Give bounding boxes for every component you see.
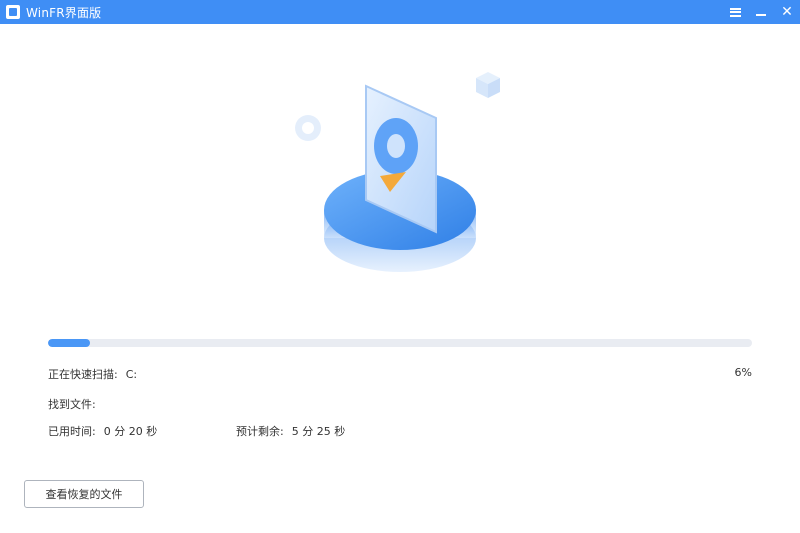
- scan-progress-fill: [48, 339, 91, 347]
- view-recovered-files-button[interactable]: 查看恢复的文件: [24, 480, 144, 508]
- found-files-label: 找到文件:: [48, 398, 96, 411]
- scan-drive: C:: [125, 368, 138, 381]
- minimize-icon: [756, 14, 766, 16]
- scan-status-label: 正在快速扫描:: [48, 368, 118, 381]
- elapsed-time-label: 已用时间:: [48, 425, 96, 438]
- minimize-button[interactable]: [748, 0, 774, 24]
- remaining-time-value: 5 分 25 秒: [291, 425, 346, 438]
- title-bar: WinFR界面版 ✕: [0, 0, 800, 24]
- found-files-row: 找到文件:: [48, 396, 96, 412]
- menu-button[interactable]: [722, 0, 748, 24]
- app-icon: [6, 5, 20, 19]
- scan-percent: 6%: [734, 366, 752, 379]
- elapsed-time-value: 0 分 20 秒: [103, 425, 158, 438]
- hamburger-menu-icon: [729, 7, 741, 17]
- scan-progress-bar: [48, 339, 752, 347]
- close-button[interactable]: ✕: [774, 0, 800, 24]
- window-title: WinFR界面版: [26, 5, 102, 20]
- hard-drive-scan-illustration: [295, 72, 500, 272]
- gear-icon: [295, 115, 321, 141]
- remaining-time-label: 预计剩余:: [236, 425, 284, 438]
- close-icon: ✕: [781, 4, 793, 20]
- scan-status-row: 正在快速扫描: C:: [48, 366, 137, 382]
- cube-icon: [476, 72, 500, 98]
- window-controls: ✕: [722, 0, 800, 24]
- elapsed-time-row: 已用时间: 0 分 20 秒: [48, 423, 157, 439]
- remaining-time-row: 预计剩余: 5 分 25 秒: [236, 423, 345, 439]
